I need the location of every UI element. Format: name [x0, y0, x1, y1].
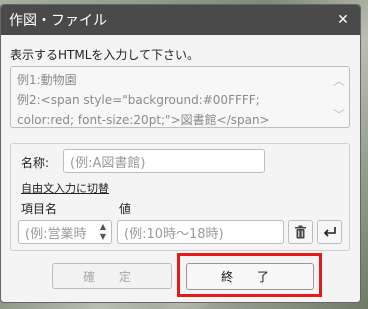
dialog-title: 作図・ファイル	[9, 13, 107, 29]
free-input-toggle-link[interactable]: 自由文入力に切替	[21, 180, 109, 196]
placeholder-line-1: 例1:動物園	[17, 73, 77, 87]
scroll-down-icon[interactable]: ﹀	[333, 105, 345, 125]
enter-icon	[323, 227, 336, 237]
confirm-button[interactable]: 確 定	[52, 263, 172, 289]
trash-icon	[295, 225, 306, 239]
instruction-text: 表示するHTMLを入力して下さい。	[10, 48, 200, 62]
spin-up-icon[interactable]: ▲	[100, 222, 106, 232]
name-input[interactable]: (例:A図書館)	[63, 149, 265, 173]
attribute-panel: 名称: (例:A図書館) 自由文入力に切替 項目名 値 (例:営業時 ▲ ▼ (…	[10, 143, 350, 251]
finish-button[interactable]: 終 了	[186, 263, 314, 290]
dialog-titlebar: 作図・ファイル ✕	[1, 5, 360, 35]
textarea-scrollbar[interactable]: ︿ ﹀	[332, 71, 346, 125]
spin-down-icon[interactable]: ▼	[100, 232, 106, 242]
item-name-label: 項目名	[21, 202, 58, 216]
item-spinner[interactable]: ▲ ▼	[95, 220, 111, 244]
enter-button[interactable]	[317, 220, 342, 244]
value-label: 値	[119, 202, 132, 216]
value-input[interactable]: (例:10時～18時)	[117, 220, 284, 244]
name-label: 名称:	[21, 156, 50, 170]
delete-button[interactable]	[288, 220, 313, 244]
item-name-placeholder: (例:営業時	[25, 226, 87, 242]
close-icon[interactable]: ✕	[334, 11, 352, 29]
placeholder-line-2: 例2:<span style="background:#00FFFF;	[17, 93, 260, 107]
html-input-textarea[interactable]: 例1:動物園 例2:<span style="background:#00FFF…	[10, 66, 350, 128]
scroll-up-icon[interactable]: ︿	[333, 71, 345, 91]
placeholder-line-3: color:red; font-size:20pt;">図書館</span>	[17, 113, 270, 127]
